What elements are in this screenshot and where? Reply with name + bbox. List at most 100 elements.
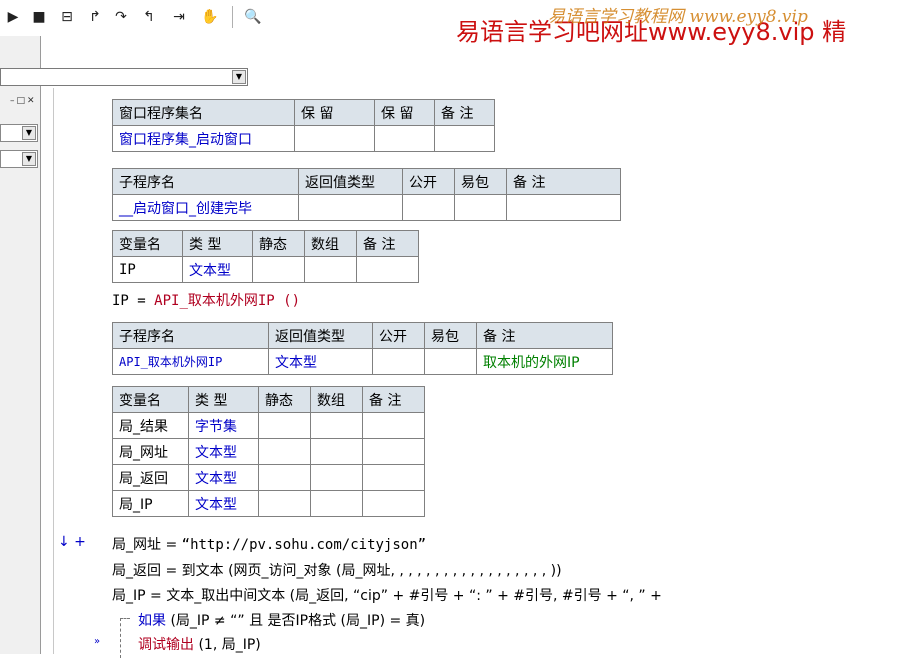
chevron-down-icon[interactable]: ▼	[22, 152, 36, 166]
table-cell[interactable]	[252, 256, 305, 283]
table-cell[interactable]	[310, 412, 363, 439]
header-cell: 静态	[252, 230, 305, 257]
subroutine-table: 子程序名 返回值类型 公开 易包 备 注 __启动窗口_创建完毕	[112, 168, 621, 221]
subroutine-name-cell[interactable]: __启动窗口_创建完毕	[112, 194, 299, 221]
code-line[interactable]: 调试输出 (1, 局_IP)	[138, 634, 261, 654]
variable-name-cell[interactable]: 局_IP	[112, 490, 189, 517]
header-cell: 备 注	[434, 99, 495, 126]
subroutine-name-cell[interactable]: API_取本机外网IP	[112, 348, 269, 375]
header-cell: 公开	[402, 168, 455, 195]
header-cell: 类 型	[182, 230, 253, 257]
table-cell[interactable]	[362, 412, 425, 439]
code-line[interactable]: 局_网址 = “http://pv.sohu.com/cityjson”	[112, 534, 426, 554]
header-cell: 保 留	[374, 99, 435, 126]
table-cell[interactable]	[258, 412, 311, 439]
code-call: API_取本机外网IP ()	[154, 293, 301, 309]
minimize-icon[interactable]: –	[10, 96, 15, 108]
table-cell[interactable]	[374, 125, 435, 152]
table-cell[interactable]	[362, 464, 425, 491]
header-cell: 静态	[258, 386, 311, 413]
code-expression: (1, 局_IP)	[194, 637, 261, 653]
code-keyword: 如果	[138, 613, 166, 629]
table-cell[interactable]	[310, 490, 363, 517]
toolbar-separator	[232, 6, 233, 28]
step-icon[interactable]: ⊟	[58, 6, 76, 28]
step-marker[interactable]: »	[94, 636, 100, 647]
editor-gutter	[41, 88, 54, 654]
step-over-icon[interactable]: ↷	[112, 6, 130, 28]
table-cell[interactable]	[310, 464, 363, 491]
table-cell[interactable]	[506, 194, 621, 221]
run-to-icon[interactable]: ⇥	[168, 6, 190, 28]
header-cell: 返回值类型	[298, 168, 403, 195]
code-line[interactable]: 如果 (局_IP ≠ “” 且 是否IP格式 (局_IP) = 真)	[138, 610, 425, 630]
step-into-icon[interactable]: ↱	[86, 6, 104, 28]
header-cell: 易包	[424, 322, 477, 349]
object-selector[interactable]: ▼	[0, 68, 248, 86]
variable-name-cell[interactable]: 局_结果	[112, 412, 189, 439]
variable-type-cell[interactable]: 文本型	[188, 464, 259, 491]
table-cell[interactable]	[258, 438, 311, 465]
header-cell: 返回值类型	[268, 322, 373, 349]
maximize-icon[interactable]: □	[17, 96, 26, 108]
table-cell[interactable]	[298, 194, 403, 221]
return-type-cell[interactable]: 文本型	[268, 348, 373, 375]
assembly-table: 窗口程序集名 保 留 保 留 备 注 窗口程序集_启动窗口	[112, 99, 495, 152]
play-icon[interactable]: ▶	[6, 6, 20, 28]
table-cell[interactable]	[362, 438, 425, 465]
header-cell: 备 注	[362, 386, 425, 413]
header-cell: 类 型	[188, 386, 259, 413]
toolbar: ▶ ■ ⊟ ↱ ↷ ↰ ⇥ ✋ 🔍 易语言学习吧网址www.eyy8.vip 精…	[0, 0, 910, 46]
code-line[interactable]: 局_返回 = 到文本 (网页_访问_对象 (局_网址, , , , , , , …	[112, 560, 562, 580]
code-string: “http://pv.sohu.com/cityjson”	[181, 537, 427, 553]
left-combo-2[interactable]: ▼	[0, 150, 38, 168]
code-operator: =	[161, 537, 182, 553]
stop-icon[interactable]: ■	[32, 6, 46, 28]
table-cell[interactable]	[362, 490, 425, 517]
code-line[interactable]: 局_IP = 文本_取出中间文本 (局_返回, “cip” + #引号 + “:…	[112, 585, 662, 605]
header-cell: 子程序名	[112, 322, 269, 349]
breakpoint-marker[interactable]: ↓ +	[58, 534, 86, 550]
variable-type-cell[interactable]: 文本型	[188, 490, 259, 517]
header-cell: 易包	[454, 168, 507, 195]
header-cell: 备 注	[506, 168, 621, 195]
code-variable: IP	[112, 293, 129, 309]
chevron-down-icon[interactable]: ▼	[232, 70, 246, 84]
variable-type-cell[interactable]: 文本型	[182, 256, 253, 283]
step-out-icon[interactable]: ↰	[140, 6, 158, 28]
table-cell[interactable]	[310, 438, 363, 465]
table-cell[interactable]	[356, 256, 419, 283]
variable-table: 变量名 类 型 静态 数组 备 注 IP 文本型	[112, 230, 419, 283]
code-line[interactable]: IP = API_取本机外网IP ()	[112, 290, 300, 310]
close-icon[interactable]: ✕	[27, 96, 35, 108]
variable-table: 变量名 类 型 静态 数组 备 注 局_结果 字节集 局_网址 文本型 局_返回…	[112, 386, 425, 517]
flow-guide-line	[120, 618, 122, 658]
variable-name-cell[interactable]: IP	[112, 256, 183, 283]
variable-type-cell[interactable]: 文本型	[188, 438, 259, 465]
variable-name-cell[interactable]: 局_返回	[112, 464, 189, 491]
header-cell: 窗口程序集名	[112, 99, 295, 126]
table-cell[interactable]	[304, 256, 357, 283]
header-cell: 子程序名	[112, 168, 299, 195]
comment-cell[interactable]: 取本机的外网IP	[476, 348, 613, 375]
table-cell[interactable]	[294, 125, 375, 152]
left-combo-1[interactable]: ▼	[0, 124, 38, 142]
header-cell: 变量名	[112, 230, 183, 257]
table-cell[interactable]	[258, 464, 311, 491]
code-variable: 局_网址	[112, 537, 161, 553]
assembly-name-cell[interactable]: 窗口程序集_启动窗口	[112, 125, 295, 152]
chevron-down-icon[interactable]: ▼	[22, 126, 36, 140]
search-icon[interactable]: 🔍	[242, 6, 264, 28]
table-cell[interactable]	[454, 194, 507, 221]
header-cell: 数组	[310, 386, 363, 413]
table-cell[interactable]	[402, 194, 455, 221]
table-cell[interactable]	[258, 490, 311, 517]
variable-name-cell[interactable]: 局_网址	[112, 438, 189, 465]
code-editor[interactable]: 窗口程序集名 保 留 保 留 备 注 窗口程序集_启动窗口 子程序名 返回值类型…	[54, 88, 910, 658]
table-cell[interactable]	[424, 348, 477, 375]
table-cell[interactable]	[372, 348, 425, 375]
hand-icon[interactable]: ✋	[200, 6, 220, 28]
table-cell[interactable]	[434, 125, 495, 152]
code-keyword: 调试输出	[138, 637, 194, 653]
variable-type-cell[interactable]: 字节集	[188, 412, 259, 439]
